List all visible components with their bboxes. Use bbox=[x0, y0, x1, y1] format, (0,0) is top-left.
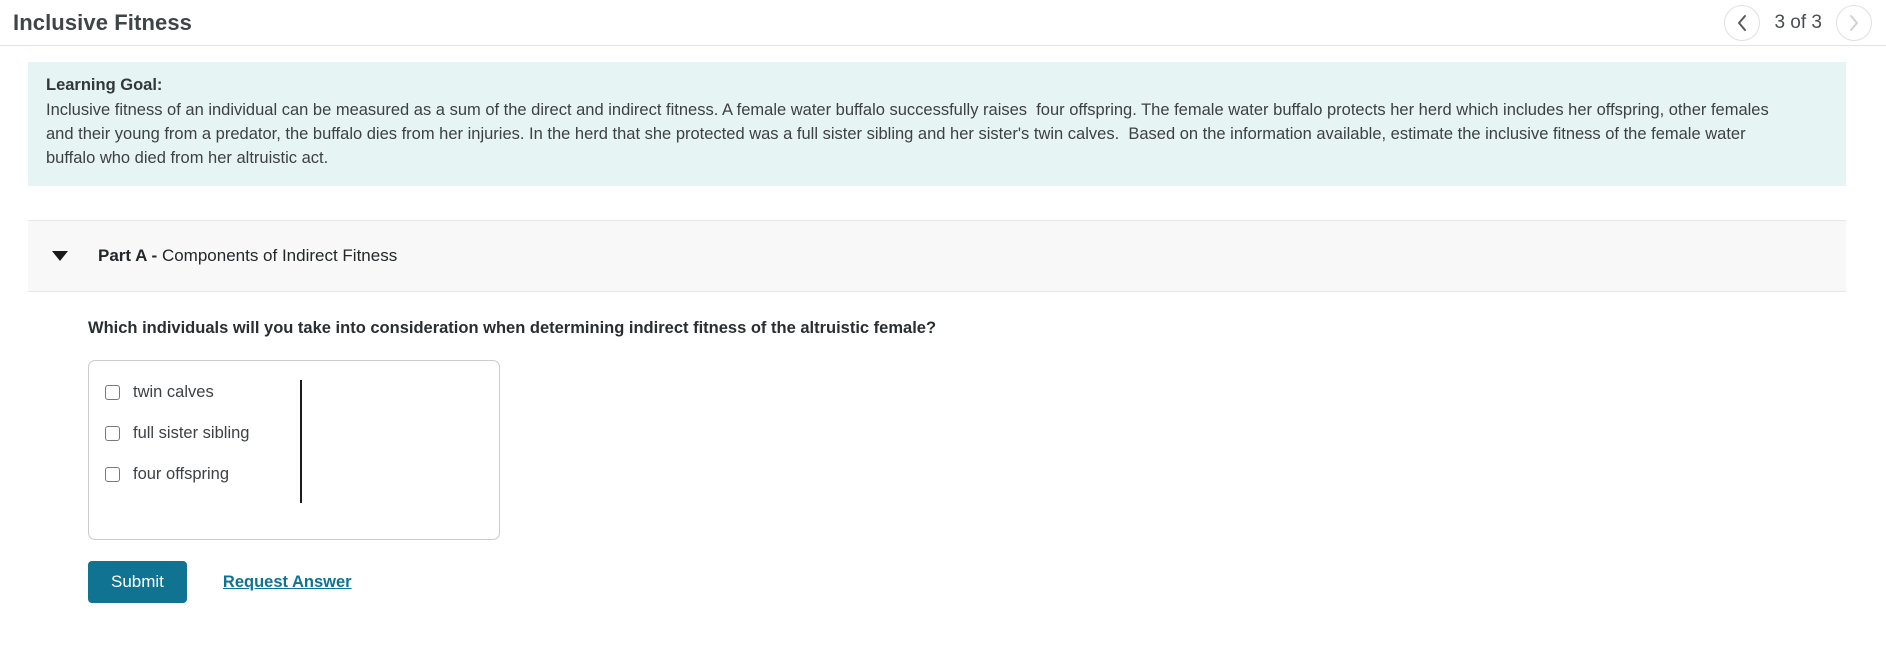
question-body: Which individuals will you take into con… bbox=[88, 319, 1886, 603]
checkbox-option-four-offspring[interactable]: four offspring bbox=[105, 465, 249, 484]
answer-box-divider bbox=[300, 380, 302, 503]
pagination-controls: 3 of 3 bbox=[1724, 0, 1872, 45]
page-indicator: 3 of 3 bbox=[1774, 11, 1822, 33]
previous-page-button[interactable] bbox=[1724, 4, 1761, 41]
part-a-header[interactable]: Part A - Components of Indirect Fitness bbox=[28, 220, 1846, 292]
checkbox-option-label: four offspring bbox=[133, 465, 230, 483]
question-prompt: Which individuals will you take into con… bbox=[88, 319, 937, 337]
chevron-left-icon bbox=[1736, 14, 1748, 32]
learning-goal-text: Inclusive fitness of an individual can b… bbox=[46, 101, 1774, 167]
checkbox-icon[interactable] bbox=[105, 426, 120, 441]
checkbox-option-full-sister-sibling[interactable]: full sister sibling bbox=[105, 424, 249, 443]
page-header: Inclusive Fitness 3 of 3 bbox=[0, 0, 1886, 46]
submit-button[interactable]: Submit bbox=[88, 561, 187, 603]
checkbox-icon[interactable] bbox=[105, 467, 120, 482]
learning-goal-title: Learning Goal: bbox=[46, 76, 163, 94]
learning-goal-banner: Learning Goal: Inclusive fitness of an i… bbox=[28, 62, 1846, 186]
checkbox-option-list: twin calves full sister sibling four off… bbox=[105, 383, 249, 484]
answer-actions: Submit Request Answer bbox=[88, 561, 1886, 603]
request-answer-link[interactable]: Request Answer bbox=[223, 573, 352, 592]
checkbox-icon[interactable] bbox=[105, 385, 120, 400]
page-title: Inclusive Fitness bbox=[13, 9, 192, 35]
checkbox-option-twin-calves[interactable]: twin calves bbox=[105, 383, 249, 402]
part-a-label: Part A - Components of Indirect Fitness bbox=[98, 246, 397, 266]
part-a-subtitle: Components of Indirect Fitness bbox=[161, 246, 398, 265]
checkbox-option-label: twin calves bbox=[133, 383, 214, 401]
part-a-name: Part A - bbox=[98, 246, 158, 265]
chevron-right-icon bbox=[1848, 14, 1860, 32]
next-page-button[interactable] bbox=[1836, 4, 1872, 41]
caret-down-icon[interactable] bbox=[52, 251, 68, 261]
checkbox-option-label: full sister sibling bbox=[133, 424, 250, 442]
answer-choice-box: twin calves full sister sibling four off… bbox=[88, 360, 500, 540]
